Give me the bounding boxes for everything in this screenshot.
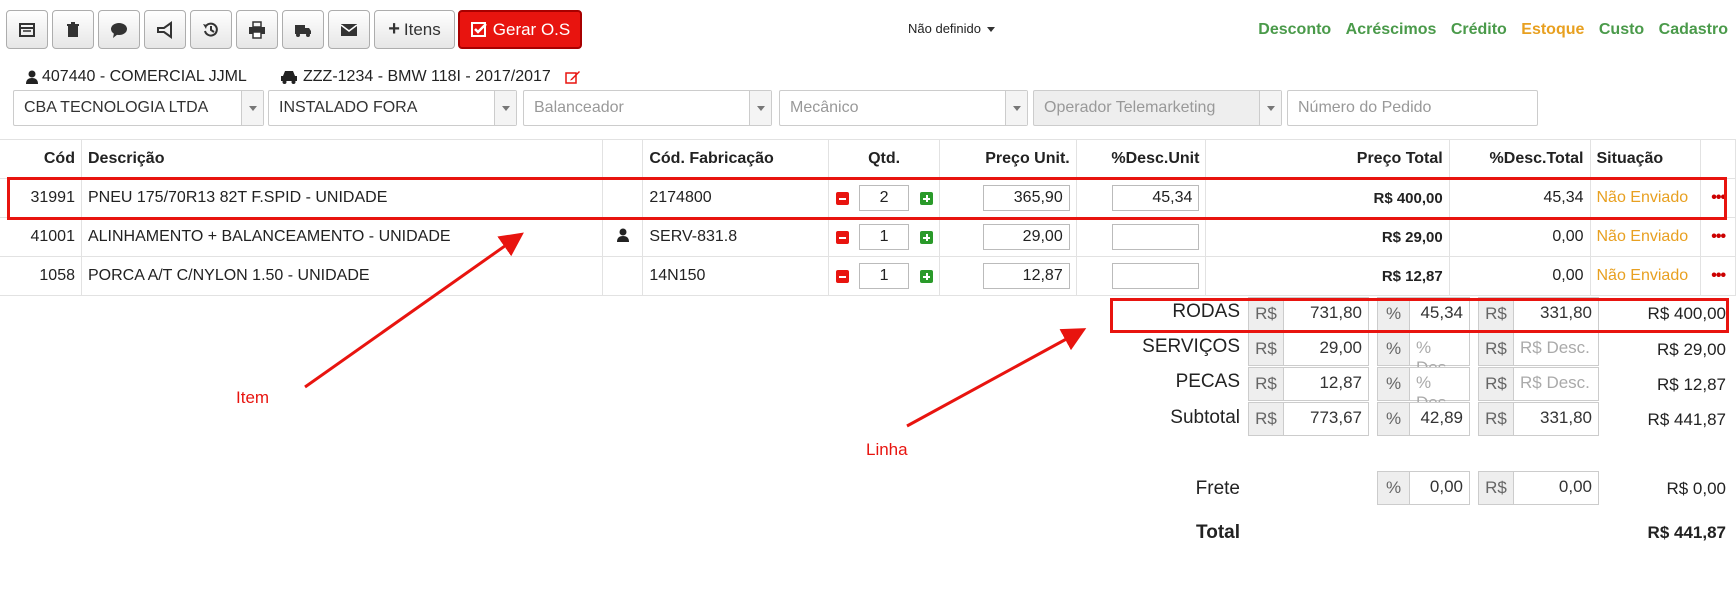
linha-annotation-label: Linha — [866, 440, 908, 459]
item-annotation-label: Item — [236, 388, 270, 407]
item-arrow — [304, 232, 524, 389]
annotation-arrows — [304, 232, 1087, 428]
linha-arrow — [906, 328, 1087, 428]
